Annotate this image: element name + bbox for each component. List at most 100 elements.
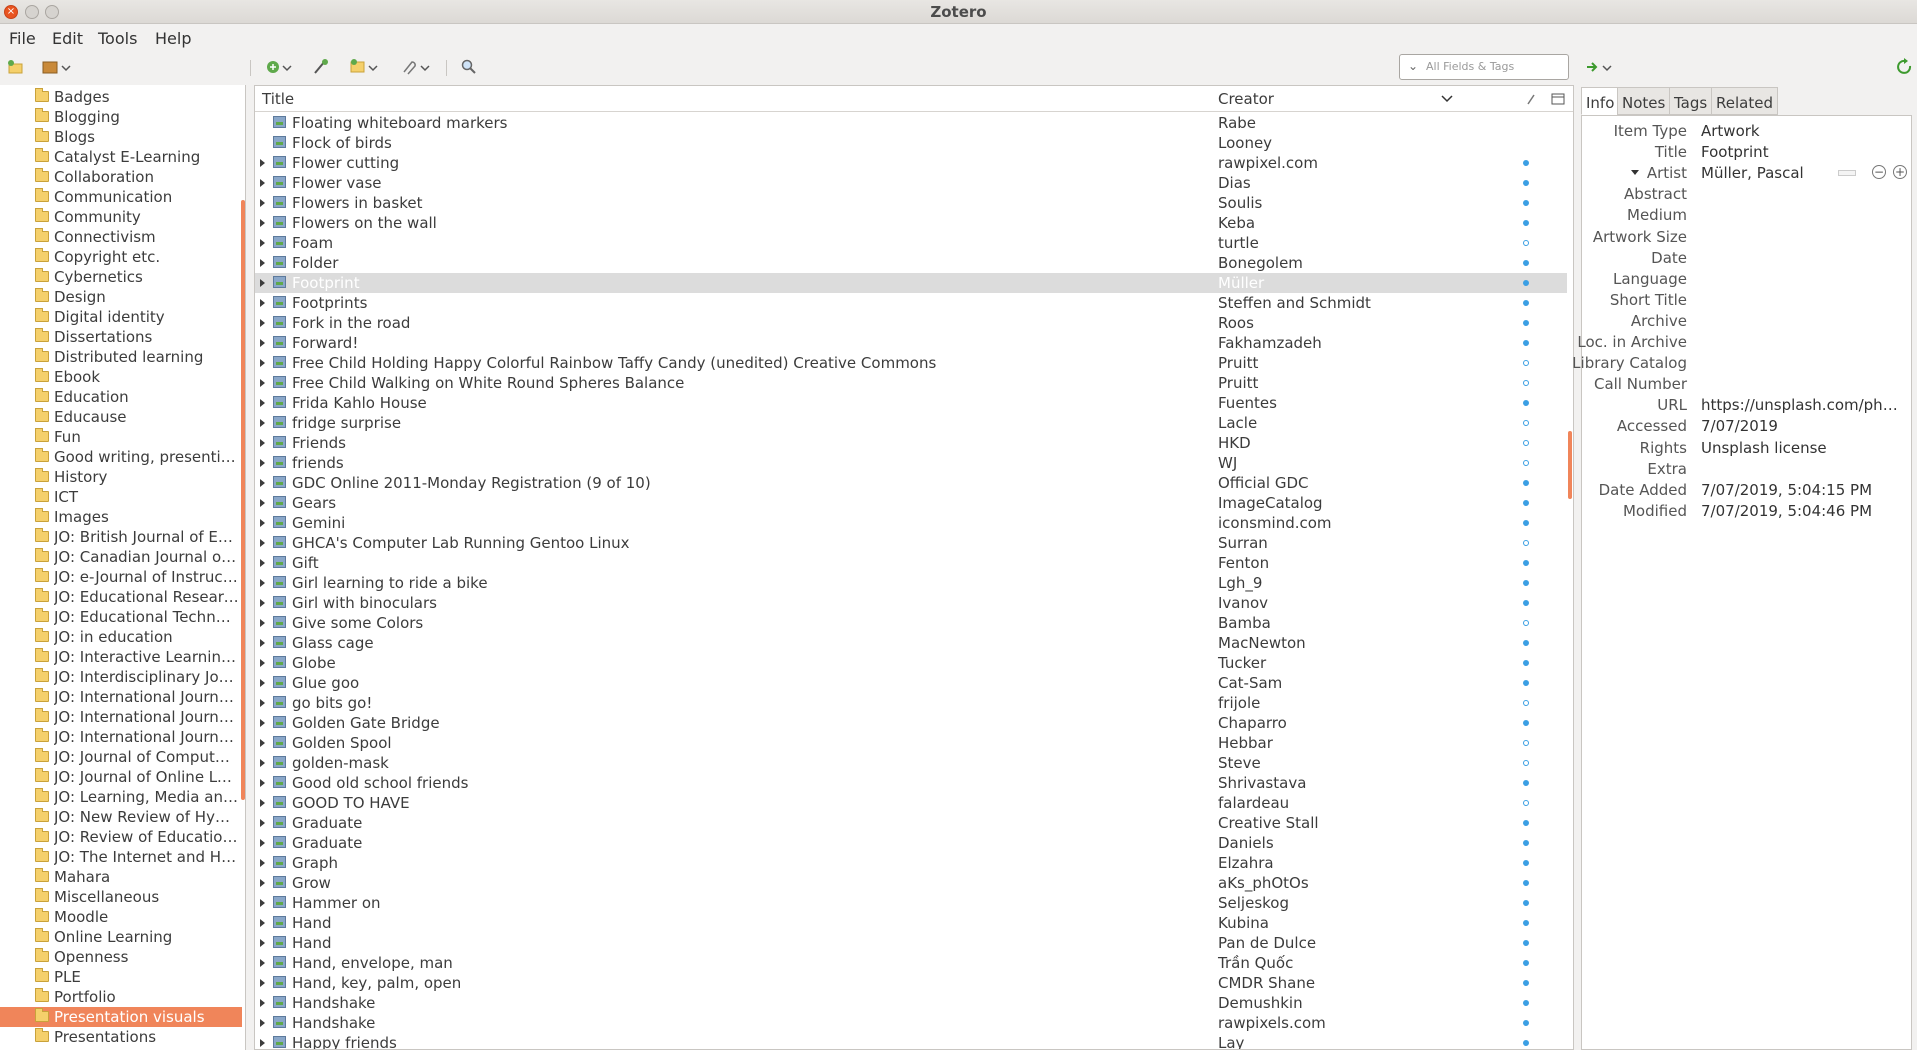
expand-triangle-icon[interactable] — [260, 839, 265, 847]
attachment-status-icon[interactable] — [1523, 220, 1529, 226]
collection-item[interactable]: JO: International Journal ... — [0, 727, 242, 747]
collection-item[interactable]: Digital identity — [0, 307, 242, 327]
table-row[interactable]: Footprints Steffen and Schmidt — [255, 293, 1567, 313]
menu-help[interactable]: Help — [155, 29, 191, 48]
collection-item[interactable]: Catalyst E-Learning — [0, 147, 242, 167]
expand-triangle-icon[interactable] — [260, 1039, 265, 1047]
table-row[interactable]: friends WJ — [255, 453, 1567, 473]
expand-triangle-icon[interactable] — [260, 799, 265, 807]
collection-item[interactable]: Good writing, presenting ... — [0, 447, 242, 467]
expand-triangle-icon[interactable] — [260, 339, 265, 347]
attachment-status-icon[interactable] — [1523, 980, 1529, 986]
expand-triangle-icon[interactable] — [260, 959, 265, 967]
expand-triangle-icon[interactable] — [260, 319, 265, 327]
table-row[interactable]: Hand Kubina — [255, 913, 1567, 933]
collection-item[interactable]: Blogging — [0, 107, 242, 127]
attachment-status-icon[interactable] — [1523, 920, 1529, 926]
table-row[interactable]: Gemini iconsmind.com — [255, 513, 1567, 533]
attachment-status-icon[interactable] — [1523, 480, 1529, 486]
search-input[interactable]: ⌄ All Fields & Tags — [1399, 54, 1569, 80]
table-row[interactable]: Folder Bonegolem — [255, 253, 1567, 273]
menu-file[interactable]: File — [9, 29, 36, 48]
table-row[interactable]: Happy friends Lay — [255, 1033, 1567, 1049]
attachment-status-icon[interactable] — [1523, 800, 1529, 806]
table-row[interactable]: Flower cutting rawpixel.com — [255, 153, 1567, 173]
collection-item[interactable]: Portfolio — [0, 987, 242, 1007]
collection-item[interactable]: Design — [0, 287, 242, 307]
table-row[interactable]: Fork in the road Roos — [255, 313, 1567, 333]
attachment-status-icon[interactable] — [1523, 260, 1529, 266]
table-row[interactable]: Hand, key, palm, open CMDR Shane — [255, 973, 1567, 993]
expand-triangle-icon[interactable] — [260, 539, 265, 547]
expand-triangle-icon[interactable] — [260, 939, 265, 947]
table-row[interactable]: Footprint Müller — [255, 273, 1567, 293]
expand-triangle-icon[interactable] — [260, 399, 265, 407]
attachment-status-icon[interactable] — [1523, 620, 1529, 626]
collection-item[interactable]: Distributed learning — [0, 347, 242, 367]
table-row[interactable]: Free Child Walking on White Round Sphere… — [255, 373, 1567, 393]
expand-triangle-icon[interactable] — [260, 779, 265, 787]
table-row[interactable]: Golden Spool Hebbar — [255, 733, 1567, 753]
expand-triangle-icon[interactable] — [260, 379, 265, 387]
collection-scrollbar[interactable] — [241, 200, 245, 800]
table-row[interactable]: Graph Elzahra — [255, 853, 1567, 873]
new-collection-icon[interactable] — [7, 58, 25, 78]
collection-item[interactable]: Communication — [0, 187, 242, 207]
collection-item[interactable]: Online Learning — [0, 927, 242, 947]
attachment-status-icon[interactable] — [1523, 1020, 1529, 1026]
expand-triangle-icon[interactable] — [260, 759, 265, 767]
attachment-status-icon[interactable] — [1523, 240, 1529, 246]
collection-item[interactable]: PLE — [0, 967, 242, 987]
attachment-status-icon[interactable] — [1523, 940, 1529, 946]
table-row[interactable]: Gears ImageCatalog — [255, 493, 1567, 513]
attachment-status-icon[interactable] — [1523, 440, 1529, 446]
attachment-status-icon[interactable] — [1523, 640, 1529, 646]
collection-item[interactable]: JO: International Journal ... — [0, 687, 242, 707]
tab-info[interactable]: Info — [1581, 87, 1620, 115]
collection-item[interactable]: Connectivism — [0, 227, 242, 247]
attachment-status-icon[interactable] — [1523, 960, 1529, 966]
menu-tools[interactable]: Tools — [98, 29, 137, 48]
field-value[interactable]: https://unsplash.com/phot... — [1701, 396, 1906, 414]
attachment-status-icon[interactable] — [1523, 600, 1529, 606]
expand-triangle-icon[interactable] — [260, 699, 265, 707]
collection-item[interactable]: JO: Learning, Media and ... — [0, 787, 242, 807]
table-row[interactable]: Graduate Daniels — [255, 833, 1567, 853]
attachment-status-icon[interactable] — [1523, 160, 1529, 166]
attachment-status-icon[interactable] — [1523, 700, 1529, 706]
expand-triangle-icon[interactable] — [260, 279, 265, 287]
expand-triangle-icon[interactable] — [260, 359, 265, 367]
locate-icon[interactable] — [1585, 58, 1615, 78]
attachment-status-icon[interactable] — [1523, 200, 1529, 206]
collection-item[interactable]: JO: in education — [0, 627, 242, 647]
attachment-status-icon[interactable] — [1523, 740, 1529, 746]
creator-column-header[interactable]: Creator — [1218, 90, 1274, 108]
attachment-status-icon[interactable] — [1523, 840, 1529, 846]
table-row[interactable]: Flower vase Dias — [255, 173, 1567, 193]
table-row[interactable]: GOOD TO HAVE falardeau — [255, 793, 1567, 813]
collection-item[interactable]: Badges — [0, 87, 242, 107]
collection-item[interactable]: ICT — [0, 487, 242, 507]
attachment-icon[interactable] — [400, 58, 432, 78]
expand-triangle-icon[interactable] — [260, 719, 265, 727]
collection-item[interactable]: JO: Interdisciplinary Jour... — [0, 667, 242, 687]
table-row[interactable]: Handshake rawpixels.com — [255, 1013, 1567, 1033]
attachment-status-icon[interactable] — [1523, 820, 1529, 826]
items-list[interactable]: Title Creator Floating whiteboard marker… — [254, 85, 1574, 1050]
collection-item[interactable]: Education — [0, 387, 242, 407]
expand-triangle-icon[interactable] — [260, 739, 265, 747]
attachment-status-icon[interactable] — [1523, 400, 1529, 406]
table-row[interactable]: Free Child Holding Happy Colorful Rainbo… — [255, 353, 1567, 373]
advanced-search-icon[interactable] — [460, 58, 478, 78]
attachment-status-icon[interactable] — [1523, 760, 1529, 766]
tab-tags[interactable]: Tags — [1669, 87, 1713, 115]
expand-triangle-icon[interactable] — [260, 659, 265, 667]
attachment-status-icon[interactable] — [1523, 340, 1529, 346]
table-row[interactable]: Girl with binoculars Ivanov — [255, 593, 1567, 613]
sync-icon[interactable] — [1896, 58, 1914, 78]
attachment-status-icon[interactable] — [1523, 500, 1529, 506]
field-value[interactable]: 7/07/2019, 5:04:46 PM — [1701, 502, 1906, 520]
expand-triangle-icon[interactable] — [260, 479, 265, 487]
attachment-status-icon[interactable] — [1523, 320, 1529, 326]
collection-item[interactable]: JO: Journal of Online Lea... — [0, 767, 242, 787]
